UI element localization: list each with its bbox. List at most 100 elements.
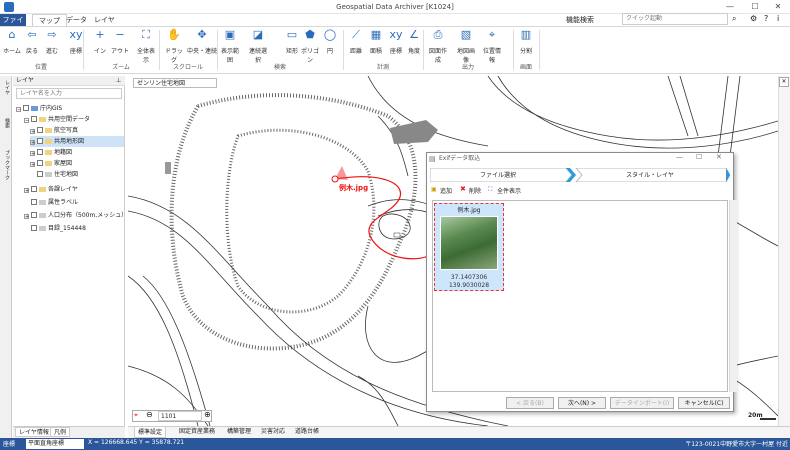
- back-button[interactable]: < 戻る(B): [506, 397, 554, 409]
- rail-search-tab[interactable]: 検索: [1, 118, 11, 128]
- map-scrollbar[interactable]: [778, 76, 790, 426]
- locate-icon[interactable]: ⌖: [134, 411, 138, 420]
- polygon-select-button[interactable]: ⬟ ポリゴン: [300, 28, 320, 64]
- map-image-button[interactable]: ▧ 地図画像: [456, 28, 476, 64]
- circle-select-button[interactable]: ◯ 円: [320, 28, 340, 60]
- display-range-icon: ▣: [224, 28, 236, 41]
- layer-search-input[interactable]: [16, 88, 122, 99]
- tab-layer-info[interactable]: レイヤ情報: [15, 427, 53, 437]
- tree-item-topo[interactable]: + 共用地形図: [30, 136, 124, 147]
- continuous-select-button[interactable]: ◪ 連続選択: [248, 28, 268, 64]
- dialog-maximize-button[interactable]: ☐: [696, 153, 702, 161]
- zoom-out-icon[interactable]: ⊖: [146, 410, 153, 419]
- tab-construction[interactable]: 構築管理: [224, 426, 254, 438]
- full-extent-button[interactable]: ⛶ 全体表示: [136, 28, 156, 64]
- tree-item-root[interactable]: − 庁内GIS: [16, 103, 62, 114]
- pin-icon[interactable]: ⊥: [116, 77, 121, 84]
- tree-item-population[interactable]: + 人口分布（500m,メッシュ）: [24, 210, 127, 221]
- location-info-button[interactable]: ⌖ 位置情報: [482, 28, 502, 64]
- location-info-icon: ⌖: [488, 28, 496, 41]
- tree-item-cadastre[interactable]: + 地籍図: [30, 147, 72, 158]
- scale-input[interactable]: 1101: [158, 411, 202, 421]
- group-screen: 画面: [519, 64, 532, 71]
- map-panel-close-icon[interactable]: ✕: [779, 77, 789, 87]
- create-drawing-icon: ⎙: [433, 28, 443, 41]
- ribbon-button-label: 進む: [45, 48, 58, 55]
- area-button[interactable]: ▦ 面積: [366, 28, 386, 60]
- delete-icon[interactable]: ✖: [460, 185, 466, 193]
- zoom-out-button[interactable]: − アウト: [110, 28, 130, 60]
- map-tab[interactable]: ゼンリン住宅地図: [133, 78, 217, 88]
- rail-bookmark-tab[interactable]: ブックマーク: [1, 150, 11, 180]
- group-scroll: スクロール: [172, 64, 203, 71]
- tree-item-catalog[interactable]: 目録_154448: [24, 223, 86, 234]
- tree-label: 共用地形図: [54, 138, 85, 145]
- minimize-button[interactable]: —: [720, 1, 740, 13]
- dialog-minimize-button[interactable]: —: [676, 153, 683, 161]
- tab-file[interactable]: ファイル: [0, 14, 26, 36]
- tab-fixed-asset[interactable]: 固定資産業務: [176, 426, 218, 438]
- tree-item-house[interactable]: + 家屋図: [30, 158, 72, 169]
- quick-search-input[interactable]: [622, 13, 728, 25]
- maximize-button[interactable]: ☐: [745, 1, 765, 13]
- area-icon: ▦: [370, 28, 382, 41]
- tree-item-residential[interactable]: 住宅地図: [37, 169, 78, 180]
- add-button[interactable]: 追加: [440, 186, 452, 195]
- tree-label: 属性ラベル: [48, 199, 79, 206]
- drag-icon: ✋: [167, 28, 181, 41]
- status-mode: 座標: [3, 441, 16, 448]
- gear-icon[interactable]: ⚙: [750, 14, 757, 23]
- tab-disaster[interactable]: 災害対応: [258, 426, 288, 438]
- ribbon-button-label: 角度: [407, 48, 420, 55]
- ribbon-separator: [343, 30, 344, 70]
- tab-layer[interactable]: レイヤ: [88, 14, 121, 26]
- center-continuous-button[interactable]: ✥ 中央・連続: [184, 28, 220, 60]
- delete-button[interactable]: 削除: [469, 186, 481, 195]
- tab-road[interactable]: 道路台帳: [292, 426, 322, 438]
- create-drawing-button[interactable]: ⎙ 図面作成: [428, 28, 448, 64]
- photo-list-scrollbar[interactable]: [729, 200, 737, 392]
- tree-item-common[interactable]: − 共用空間データ: [24, 114, 90, 125]
- tree-item-dept[interactable]: + 各課レイヤ: [24, 184, 78, 195]
- ribbon-button-label: 中央・連続: [186, 48, 217, 55]
- import-button[interactable]: データインポート(I): [610, 397, 674, 409]
- close-button[interactable]: ✕: [768, 1, 788, 13]
- help-icon[interactable]: ?: [764, 14, 768, 23]
- rect-select-button[interactable]: ▭ 矩形: [282, 28, 302, 60]
- back-button[interactable]: ⇦ 戻る: [22, 28, 42, 60]
- zoom-out-icon: −: [115, 28, 125, 41]
- dialog-close-button[interactable]: ✕: [716, 153, 722, 161]
- ribbon-button-label: 座標: [69, 48, 82, 55]
- info-icon[interactable]: i: [777, 14, 779, 23]
- ribbon-button-label: 矩形: [285, 48, 298, 55]
- back-icon: ⇦: [27, 28, 37, 41]
- tree-item-aerial[interactable]: + 航空写真: [30, 125, 78, 136]
- forward-button[interactable]: ⇨ 進む: [42, 28, 62, 60]
- layer-panel-title: レイヤ: [13, 76, 125, 86]
- status-coordinates: X = 126668.645 Y = 35878.721: [88, 439, 185, 446]
- show-all-icon[interactable]: ⛶: [488, 186, 492, 194]
- ribbon-separator: [159, 30, 160, 70]
- zoom-in-button[interactable]: + イン: [90, 28, 110, 60]
- distance-button[interactable]: ⟋ 距離: [346, 28, 366, 60]
- show-all-button[interactable]: 全件表示: [497, 186, 521, 195]
- split-button[interactable]: ▥ 分割: [516, 28, 536, 60]
- rail-layer-tab[interactable]: レイヤ: [1, 80, 11, 95]
- coordinate-button[interactable]: xy 座標: [386, 28, 406, 60]
- ribbon-button-label: 戻る: [25, 48, 38, 55]
- tab-legend[interactable]: 凡例: [50, 427, 71, 437]
- tree-item-attr-label[interactable]: 属性ラベル: [24, 197, 78, 208]
- binoculars-icon[interactable]: ⌕: [732, 14, 736, 24]
- home-button[interactable]: ⌂ ホーム: [2, 28, 22, 60]
- drag-button[interactable]: ✋ ドラッグ: [164, 28, 184, 64]
- tab-standard[interactable]: 標準設定: [134, 426, 167, 438]
- crs-select[interactable]: 平面直角座標: [26, 439, 84, 449]
- display-range-button[interactable]: ▣ 表示範囲: [220, 28, 240, 64]
- map-marker-label: 例木.jpg: [339, 184, 369, 192]
- zoom-in-icon[interactable]: ⊕: [204, 410, 211, 419]
- angle-button[interactable]: ∠ 角度: [404, 28, 424, 60]
- ribbon-separator: [513, 30, 514, 70]
- next-button[interactable]: 次へ(N) >: [558, 397, 606, 409]
- cancel-button[interactable]: キャンセル(C): [678, 397, 730, 409]
- add-icon[interactable]: ▣: [431, 186, 437, 193]
